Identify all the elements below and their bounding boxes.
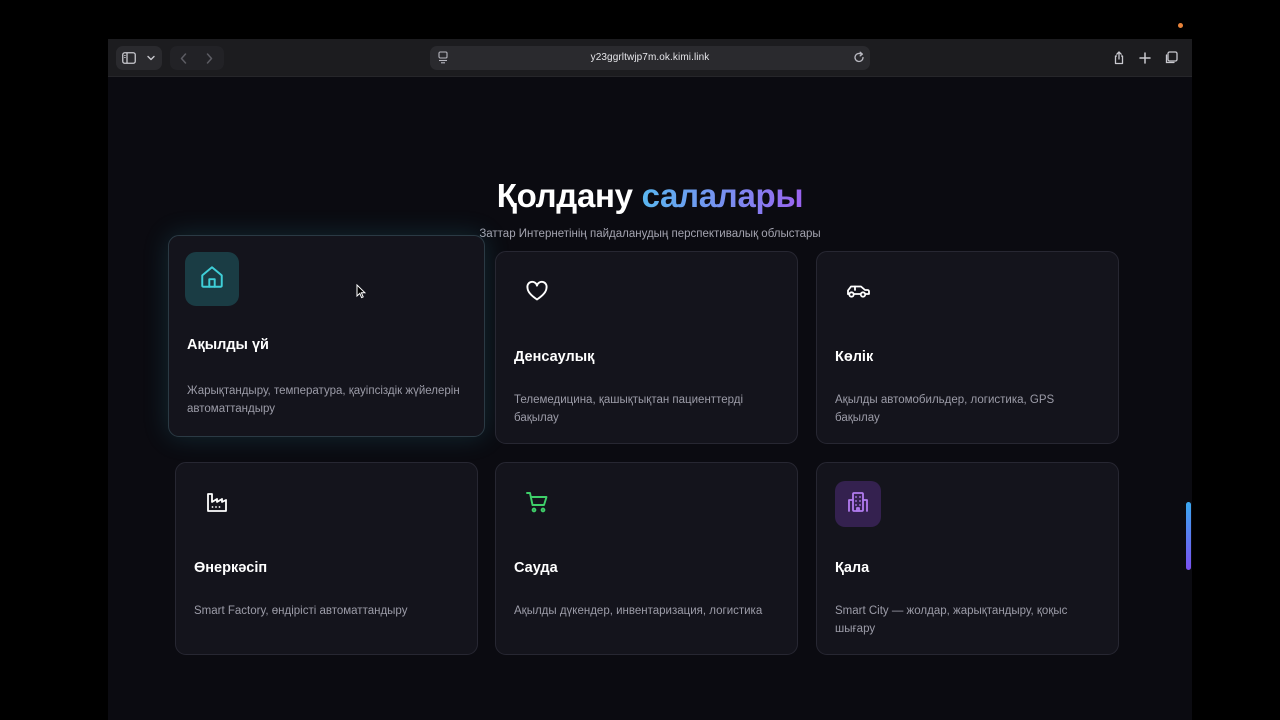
card-icon-box <box>194 481 240 527</box>
share-icon[interactable] <box>1106 46 1132 70</box>
cart-icon <box>525 490 549 519</box>
back-icon[interactable] <box>170 46 196 70</box>
mouse-cursor-icon <box>356 283 367 304</box>
card-desc: Телемедицина, қашықтықтан пациенттерді б… <box>514 394 744 424</box>
card-trade[interactable]: Сауда Ақылды дүкендер, инвентаризация, л… <box>495 462 798 655</box>
address-bar[interactable]: y23ggrltwjp7m.ok.kimi.link <box>430 46 870 70</box>
card-desc: Жарықтандыру, температура, қауіпсіздік ж… <box>187 385 460 415</box>
card-desc: Ақылды дүкендер, инвентаризация, логисти… <box>514 605 763 617</box>
heart-icon <box>525 279 549 308</box>
card-title: Көлік <box>835 349 874 365</box>
browser-toolbar: y23ggrltwjp7m.ok.kimi.link <box>108 39 1192 77</box>
card-city[interactable]: Қала Smart City — жолдар, жарықтандыру, … <box>816 462 1119 655</box>
card-icon-box <box>835 270 881 316</box>
card-title: Ақылды үй <box>187 337 269 353</box>
card-transport[interactable]: Көлік Ақылды автомобильдер, логистика, G… <box>816 251 1119 444</box>
page-title-accent: салалары <box>641 177 804 214</box>
sidebar-icon[interactable] <box>116 46 142 70</box>
reload-icon[interactable] <box>853 51 865 69</box>
factory-icon <box>205 490 229 519</box>
new-tab-icon[interactable] <box>1132 46 1158 70</box>
scrollbar-thumb[interactable] <box>1186 502 1191 570</box>
browser-window: y23ggrltwjp7m.ok.kimi.link Қолдану салал… <box>108 39 1192 720</box>
sidebar-toggle-group <box>116 46 162 70</box>
card-health[interactable]: Денсаулық Телемедицина, қашықтықтан паци… <box>495 251 798 444</box>
url-text: y23ggrltwjp7m.ok.kimi.link <box>590 52 710 63</box>
card-industry[interactable]: Өнеркәсіп Smart Factory, өндірісті автом… <box>175 462 478 655</box>
page-content: Қолдану салалары Заттар Интернетінің пай… <box>108 77 1192 720</box>
nav-group <box>170 46 224 70</box>
notification-dot <box>1178 23 1183 28</box>
home-icon <box>199 264 225 295</box>
card-title: Сауда <box>514 560 558 576</box>
page-title-main: Қолдану <box>496 177 633 214</box>
chevron-down-icon[interactable] <box>142 46 160 70</box>
card-desc: Smart City — жолдар, жарықтандыру, қоқыс… <box>835 605 1068 635</box>
forward-icon[interactable] <box>196 46 222 70</box>
card-icon-box <box>835 481 881 527</box>
card-title: Өнеркәсіп <box>194 560 268 576</box>
screen: y23ggrltwjp7m.ok.kimi.link Қолдану салал… <box>0 0 1280 720</box>
city-icon <box>846 490 870 519</box>
card-title: Денсаулық <box>514 349 595 365</box>
car-icon <box>845 279 871 308</box>
card-desc: Smart Factory, өндірісті автоматтандыру <box>194 605 408 617</box>
tab-overview-icon[interactable] <box>1158 46 1184 70</box>
card-title: Қала <box>835 560 870 576</box>
page-title: Қолдану салалары <box>108 177 1192 215</box>
card-desc: Ақылды автомобильдер, логистика, GPS бақ… <box>835 394 1055 424</box>
toolbar-actions <box>1106 46 1184 70</box>
card-icon-box <box>514 481 560 527</box>
card-smart-home[interactable]: Ақылды үй Жарықтандыру, температура, қау… <box>168 235 485 437</box>
card-icon-box <box>514 270 560 316</box>
card-icon-box <box>185 252 239 306</box>
